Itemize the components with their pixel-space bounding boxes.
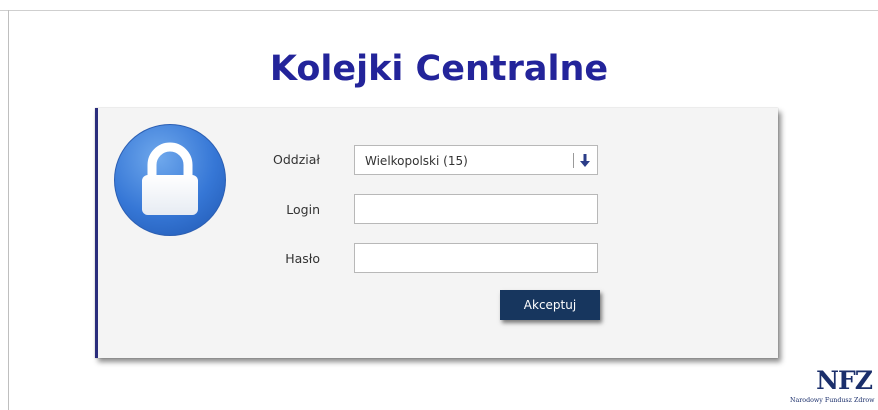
login-label: Login: [286, 202, 320, 217]
nfz-logo-caption: Narodowy Fundusz Zdrow: [790, 397, 875, 404]
branch-label: Oddział: [273, 152, 320, 167]
nfz-logo-mark: NFZ: [816, 366, 873, 395]
password-input[interactable]: [354, 243, 598, 273]
page-title: Kolejki Centralne: [269, 49, 609, 90]
login-panel: Oddział Wielkopolski (15) Login Hasło Ak…: [95, 108, 778, 358]
arrow-down-icon[interactable]: [579, 153, 591, 172]
branch-select[interactable]: Wielkopolski (15): [354, 145, 598, 175]
login-input[interactable]: [354, 194, 598, 224]
submit-button[interactable]: Akceptuj: [500, 290, 600, 320]
nfz-logo: NFZ Narodowy Fundusz Zdrow: [786, 366, 878, 410]
password-label: Hasło: [285, 251, 320, 266]
select-divider: [573, 153, 574, 168]
window-top-border: [0, 10, 878, 11]
branch-select-value: Wielkopolski (15): [365, 154, 468, 168]
padlock-icon: [114, 124, 226, 236]
